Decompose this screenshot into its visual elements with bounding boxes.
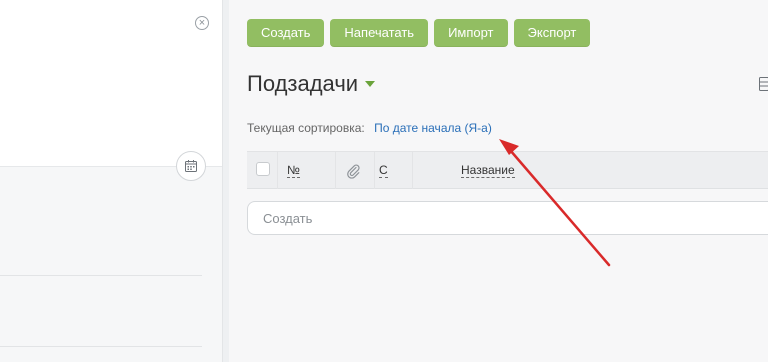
calendar-button[interactable]: [176, 151, 206, 181]
left-panel-bottom: [0, 167, 222, 362]
left-panel: ×: [0, 0, 223, 362]
column-divider: [277, 152, 278, 189]
import-button[interactable]: Импорт: [434, 19, 508, 47]
create-subtask-input[interactable]: [247, 201, 768, 235]
sort-link[interactable]: По дате начала (Я-а): [374, 121, 492, 135]
divider: [0, 346, 202, 347]
column-divider: [412, 152, 413, 189]
export-button[interactable]: Экспорт: [513, 19, 591, 47]
create-button[interactable]: Создать: [247, 19, 325, 47]
title-row: Подзадачи: [247, 71, 376, 97]
table-header: № С Название: [247, 151, 768, 189]
divider: [0, 275, 202, 276]
sort-row: Текущая сортировка: По дате начала (Я-а): [247, 121, 492, 135]
page-title: Подзадачи: [247, 71, 359, 96]
close-icon[interactable]: ×: [195, 16, 209, 30]
sort-label: Текущая сортировка:: [247, 121, 365, 135]
toolbar: Создать Напечатать Импорт Экспорт: [247, 19, 591, 47]
paperclip-icon: [347, 164, 360, 179]
column-start[interactable]: С: [379, 164, 388, 178]
column-number[interactable]: №: [287, 164, 300, 178]
chevron-down-icon[interactable]: [365, 81, 376, 87]
subtasks-panel: Создать Напечатать Импорт Экспорт Подзад…: [229, 0, 768, 362]
column-name[interactable]: Название: [461, 164, 515, 178]
column-divider: [335, 152, 336, 189]
select-all-checkbox[interactable]: [256, 162, 270, 176]
calendar-icon: [185, 160, 197, 172]
left-panel-top: [0, 0, 222, 167]
columns-settings-icon[interactable]: [759, 77, 768, 91]
print-button[interactable]: Напечатать: [330, 19, 429, 47]
column-divider: [374, 152, 375, 189]
